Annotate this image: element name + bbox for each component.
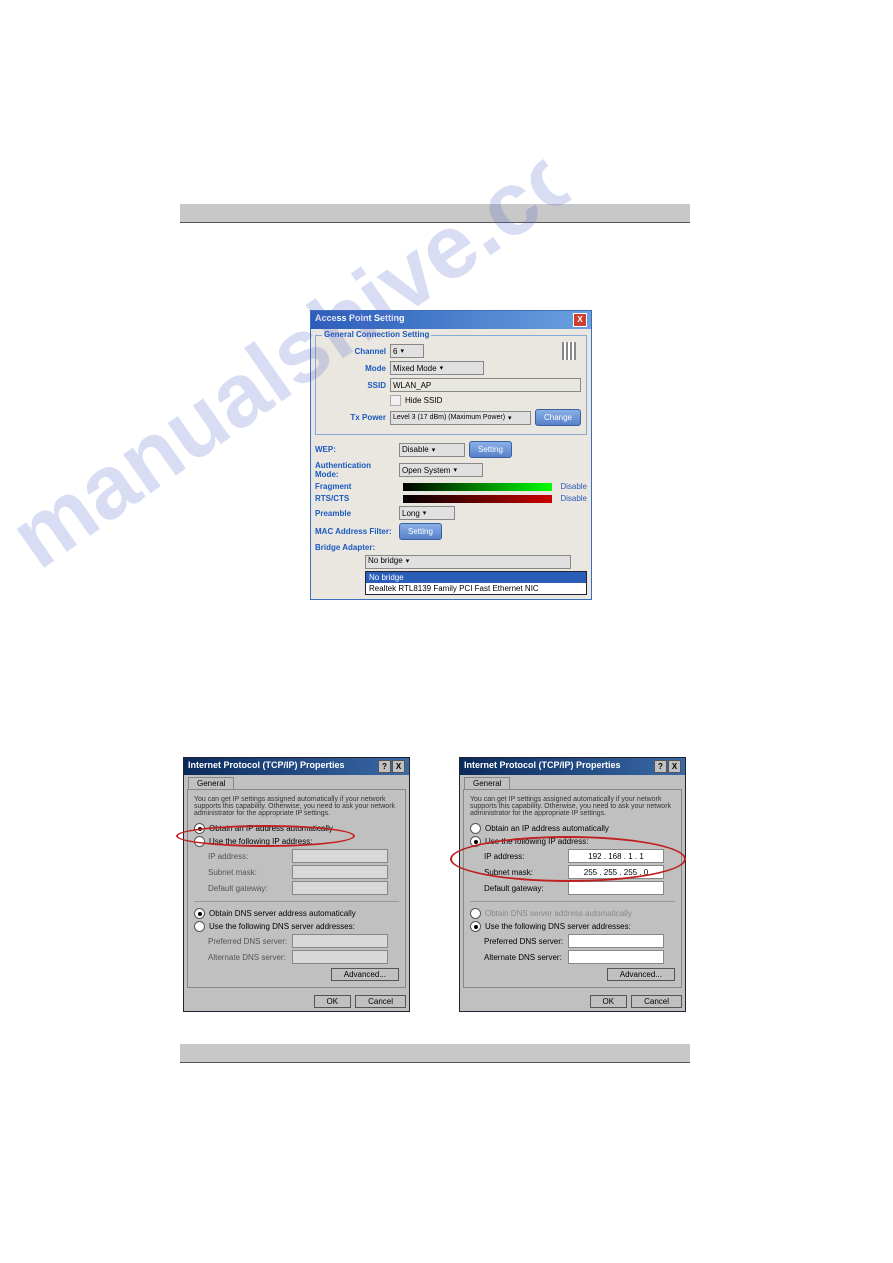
radio-use-dns[interactable]	[194, 921, 205, 932]
ip-input[interactable]: 192 . 168 . 1 . 1	[568, 849, 664, 863]
tab-general[interactable]: General	[464, 777, 510, 789]
radio-use-dns[interactable]	[470, 921, 481, 932]
wep-select[interactable]: Disable	[399, 443, 465, 457]
access-point-dialog: Access Point Setting X General Connectio…	[310, 310, 592, 600]
cancel-button[interactable]: Cancel	[631, 995, 682, 1008]
cancel-button[interactable]: Cancel	[355, 995, 406, 1008]
radio-obtain-ip[interactable]	[194, 823, 205, 834]
obtain-dns-label: Obtain DNS server address automatically	[485, 909, 632, 918]
tab-general[interactable]: General	[188, 777, 234, 789]
ip-label: IP address:	[208, 852, 288, 861]
auth-label: Authentication Mode:	[315, 461, 395, 479]
fragment-disable: Disable	[560, 482, 587, 491]
mode-select[interactable]: Mixed Mode	[390, 361, 484, 375]
rtscts-disable: Disable	[560, 494, 587, 503]
subnet-input	[292, 865, 388, 879]
subnet-label: Subnet mask:	[484, 868, 564, 877]
txpower-label: Tx Power	[321, 413, 386, 422]
radio-obtain-dns	[470, 908, 481, 919]
altdns-input[interactable]	[568, 950, 664, 964]
preamble-select[interactable]: Long	[399, 506, 455, 520]
mac-filter-label: MAC Address Filter:	[315, 527, 395, 536]
bridge-select[interactable]: No bridge	[365, 555, 571, 569]
advanced-button[interactable]: Advanced...	[331, 968, 399, 981]
footer-rule	[180, 1044, 690, 1063]
ok-button[interactable]: OK	[590, 995, 628, 1008]
fragment-slider[interactable]	[403, 483, 552, 491]
bridge-option-none[interactable]: No bridge	[366, 572, 586, 583]
header-rule	[180, 204, 690, 223]
help-icon[interactable]: ?	[654, 760, 667, 773]
gateway-input[interactable]	[568, 881, 664, 895]
obtain-ip-label: Obtain an IP address automatically	[209, 824, 333, 833]
channel-select[interactable]: 6	[390, 344, 424, 358]
radio-use-ip[interactable]	[470, 836, 481, 847]
wep-setting-button[interactable]: Setting	[469, 441, 512, 458]
gateway-label: Default gateway:	[484, 884, 564, 893]
radio-obtain-dns[interactable]	[194, 908, 205, 919]
advanced-button[interactable]: Advanced...	[607, 968, 675, 981]
antenna-icon	[562, 342, 576, 360]
general-connection-fieldset: General Connection Setting Channel6 Mode…	[315, 335, 587, 435]
radio-obtain-ip[interactable]	[470, 823, 481, 834]
rtscts-slider[interactable]	[403, 495, 552, 503]
tcp-titlebar-right: Internet Protocol (TCP/IP) Properties ?X	[460, 758, 685, 775]
ap-titlebar: Access Point Setting X	[311, 311, 591, 329]
radio-use-ip[interactable]	[194, 836, 205, 847]
ssid-label: SSID	[321, 381, 386, 390]
prefdns-label: Preferred DNS server:	[208, 937, 288, 946]
txpower-select[interactable]: Level 3 (17 dBm) (Maximum Power)	[390, 411, 531, 425]
prefdns-input	[292, 934, 388, 948]
altdns-input	[292, 950, 388, 964]
prefdns-label: Preferred DNS server:	[484, 937, 564, 946]
separator	[194, 901, 399, 902]
tcp-title: Internet Protocol (TCP/IP) Properties	[188, 760, 345, 773]
obtain-ip-label: Obtain an IP address automatically	[485, 824, 609, 833]
subnet-label: Subnet mask:	[208, 868, 288, 877]
use-ip-label: Use the following IP address:	[485, 837, 588, 846]
wep-label: WEP:	[315, 445, 395, 454]
obtain-dns-label: Obtain DNS server address automatically	[209, 909, 356, 918]
use-dns-label: Use the following DNS server addresses:	[485, 922, 631, 931]
ip-input	[292, 849, 388, 863]
tcp-desc: You can get IP settings assigned automat…	[470, 796, 675, 817]
ok-button[interactable]: OK	[314, 995, 352, 1008]
use-dns-label: Use the following DNS server addresses:	[209, 922, 355, 931]
preamble-label: Preamble	[315, 509, 395, 518]
mode-label: Mode	[321, 364, 386, 373]
auth-select[interactable]: Open System	[399, 463, 483, 477]
bridge-label: Bridge Adapter:	[315, 543, 395, 552]
altdns-label: Alternate DNS server:	[208, 953, 288, 962]
hide-ssid-checkbox[interactable]	[390, 395, 401, 406]
bridge-dropdown-list[interactable]: No bridge Realtek RTL8139 Family PCI Fas…	[365, 571, 587, 595]
separator	[470, 901, 675, 902]
gateway-input	[292, 881, 388, 895]
close-icon[interactable]: X	[392, 760, 405, 773]
subnet-input[interactable]: 255 . 255 . 255 . 0	[568, 865, 664, 879]
fieldset-legend: General Connection Setting	[322, 330, 431, 339]
tcp-titlebar-left: Internet Protocol (TCP/IP) Properties ?X	[184, 758, 409, 775]
close-icon[interactable]: X	[573, 313, 587, 327]
fragment-label: Fragment	[315, 482, 395, 491]
change-button[interactable]: Change	[535, 409, 581, 426]
ssid-input[interactable]: WLAN_AP	[390, 378, 581, 392]
rtscts-label: RTS/CTS	[315, 494, 395, 503]
mac-setting-button[interactable]: Setting	[399, 523, 442, 540]
prefdns-input[interactable]	[568, 934, 664, 948]
bridge-option-rtl8139[interactable]: Realtek RTL8139 Family PCI Fast Ethernet…	[366, 583, 586, 594]
close-icon[interactable]: X	[668, 760, 681, 773]
hide-ssid-label: Hide SSID	[405, 396, 442, 405]
gateway-label: Default gateway:	[208, 884, 288, 893]
tcp-title: Internet Protocol (TCP/IP) Properties	[464, 760, 621, 773]
help-icon[interactable]: ?	[378, 760, 391, 773]
tcpip-dialog-right: Internet Protocol (TCP/IP) Properties ?X…	[459, 757, 686, 1012]
ap-title: Access Point Setting	[315, 313, 405, 327]
tcp-desc: You can get IP settings assigned automat…	[194, 796, 399, 817]
channel-label: Channel	[321, 347, 386, 356]
use-ip-label: Use the following IP address:	[209, 837, 312, 846]
tcpip-dialog-left: Internet Protocol (TCP/IP) Properties ?X…	[183, 757, 410, 1012]
altdns-label: Alternate DNS server:	[484, 953, 564, 962]
ip-label: IP address:	[484, 852, 564, 861]
